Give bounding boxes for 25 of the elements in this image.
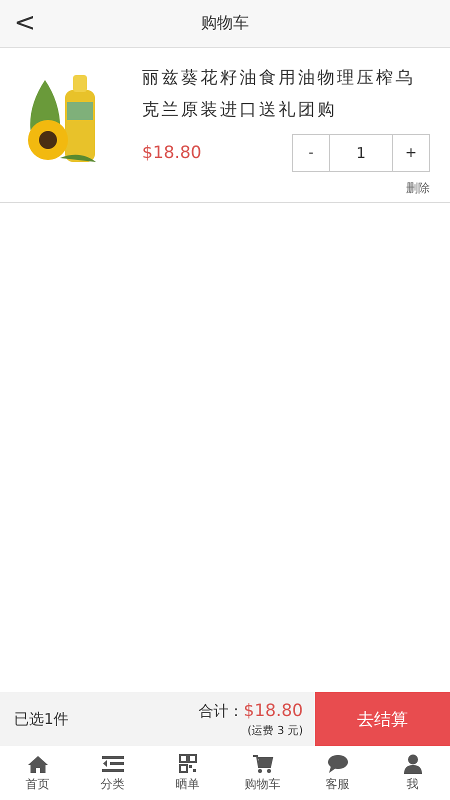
tab-bar-item[interactable]: 客服 <box>300 746 375 800</box>
delete-link[interactable]: 删除 <box>406 180 430 197</box>
tab-bar-item[interactable]: 首页 <box>0 746 75 800</box>
shipping-fee: (运费 3 元) <box>247 722 303 738</box>
user-icon <box>402 754 424 774</box>
back-button[interactable]: < <box>10 8 40 38</box>
cart-icon <box>252 754 274 774</box>
page-title: 购物车 <box>201 13 249 34</box>
tab-bar-item[interactable]: 购物车 <box>225 746 300 800</box>
qr-code-icon <box>176 754 198 774</box>
increase-button[interactable]: + <box>392 134 430 172</box>
chat-bubble-icon <box>326 754 348 774</box>
list-icon <box>102 754 124 774</box>
tab-bar-item[interactable]: 晒单 <box>150 746 225 800</box>
total-label: 合计： <box>198 702 244 720</box>
decrease-button[interactable]: - <box>292 134 330 172</box>
tab-bar-item[interactable]: 我 <box>375 746 450 800</box>
checkout-button[interactable]: 去结算 <box>315 692 450 746</box>
total-price: $18.80 <box>244 700 303 720</box>
selected-count: 已选1件 <box>13 710 70 728</box>
quantity-field[interactable]: 1 <box>330 134 392 172</box>
product-price: $18.80 <box>142 143 202 163</box>
home-icon <box>26 754 48 774</box>
tab-bar-item[interactable]: 分类 <box>75 746 150 800</box>
product-name: 丽兹葵花籽油食用油物理压榨乌克兰原装进口送礼团购 <box>142 67 416 122</box>
